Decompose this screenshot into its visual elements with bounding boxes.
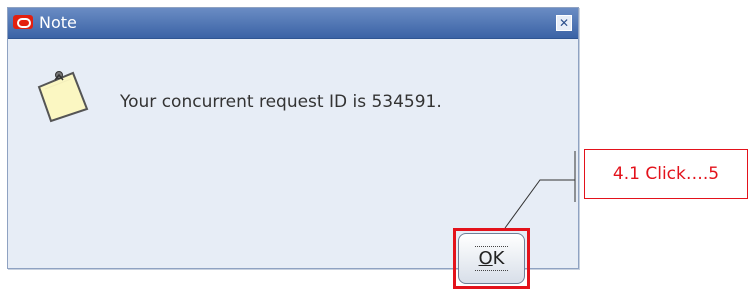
ok-button-label: OK	[474, 246, 509, 271]
dialog-message: Your concurrent request ID is 534591.	[120, 92, 442, 112]
oracle-logo-icon	[13, 15, 33, 29]
callout-text: 4.1 Click….5	[612, 164, 720, 184]
dialog-titlebar: Note ✕	[8, 8, 578, 39]
note-icon	[37, 71, 89, 123]
close-icon[interactable]: ✕	[556, 15, 572, 31]
callout-box: 4.1 Click….5	[584, 149, 748, 199]
dialog-title: Note	[39, 13, 77, 32]
ok-button[interactable]: OK	[458, 233, 525, 284]
